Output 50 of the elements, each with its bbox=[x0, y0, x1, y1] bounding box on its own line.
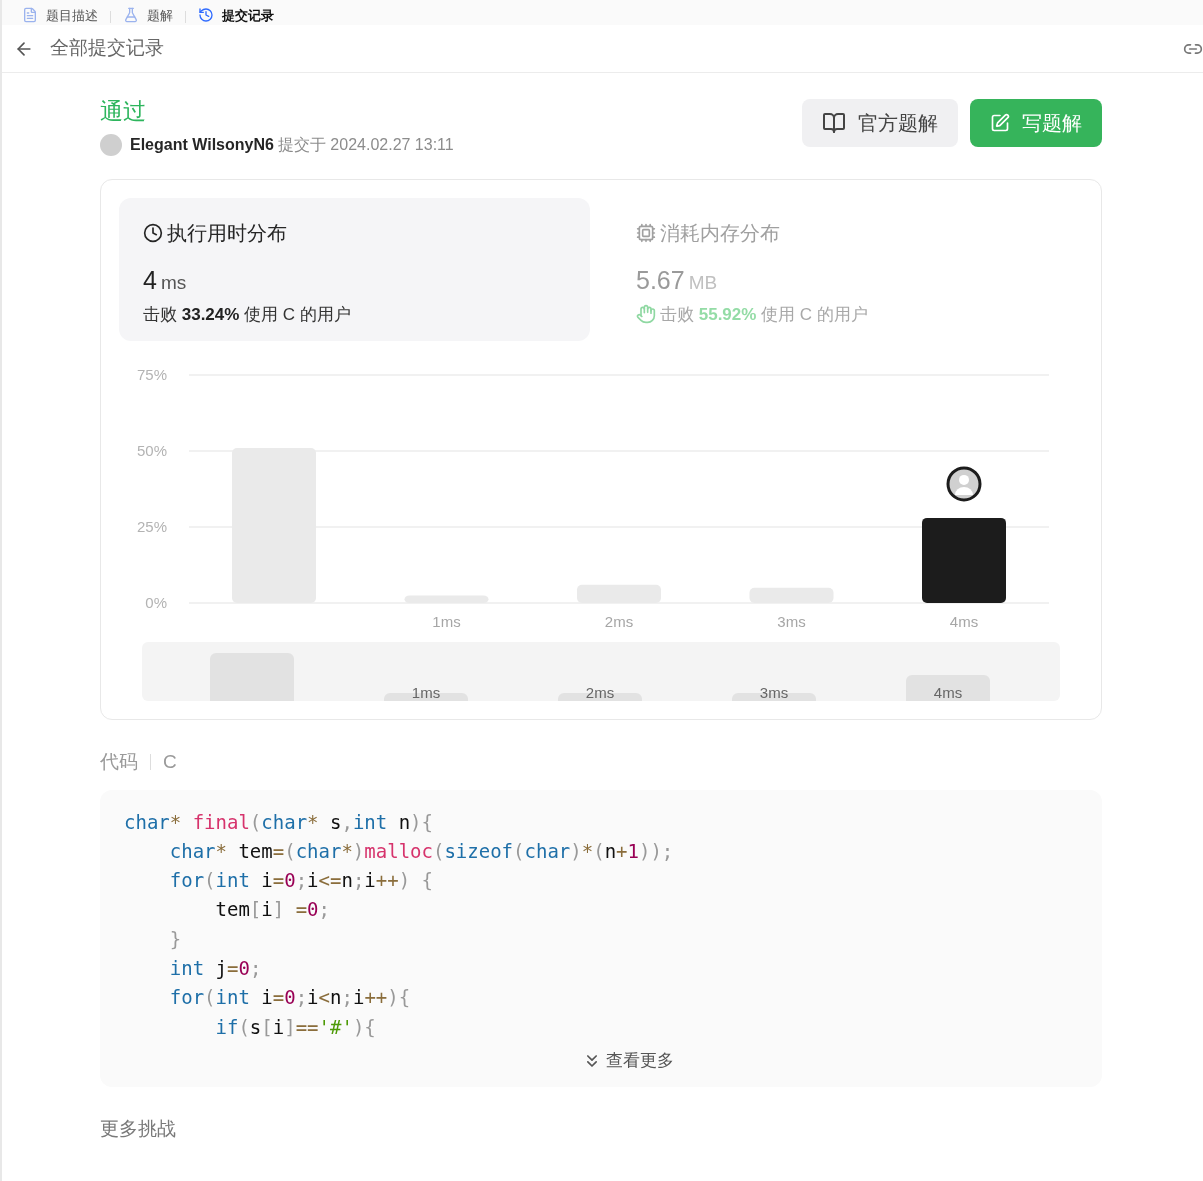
beat-text: 击败 33.24% 使用 C 的用户 bbox=[143, 303, 351, 326]
top-tab[interactable]: 题目描述 bbox=[22, 7, 98, 23]
axis-label: 50% bbox=[136, 442, 167, 459]
code-line: int j=0; bbox=[168, 956, 263, 981]
user-avatar bbox=[100, 134, 122, 156]
user-name[interactable]: Elegant WilsonyN6 bbox=[130, 133, 274, 157]
code-line: for(int i=0;i<n;i++){ bbox=[168, 985, 412, 1011]
book-icon bbox=[822, 111, 846, 135]
axis-label: 25% bbox=[136, 518, 167, 535]
overview-label: 4ms bbox=[932, 682, 964, 701]
code-label: 代码 bbox=[100, 750, 138, 774]
stat-title: 消耗内存分布 bbox=[660, 221, 780, 246]
code-line: for(int i=0;i<=n;i++) { bbox=[168, 868, 435, 894]
status-text: 通过 bbox=[100, 97, 147, 125]
stat-panel[interactable]: 执行用时分布 4 ms 击败 33.24% 使用 C 的用户 bbox=[119, 198, 590, 341]
overview-label: 2ms bbox=[584, 682, 616, 701]
code-line: char* tem=(char*)malloc(sizeof(char)*(n+1)); bbox=[168, 838, 675, 864]
stat-value: 5.67 MB bbox=[636, 265, 719, 296]
page-title: 全部提交记录 bbox=[50, 36, 164, 61]
overview-label: 3ms bbox=[758, 682, 790, 701]
show-more-button[interactable]: 查看更多 bbox=[582, 1047, 674, 1074]
top-tab[interactable]: 提交记录 bbox=[198, 7, 274, 23]
axis-label: 0% bbox=[145, 594, 167, 611]
section-title: 更多挑战 bbox=[100, 1117, 177, 1142]
axis-label: 3ms bbox=[777, 613, 806, 630]
official-solution-button[interactable]: 官方题解 bbox=[802, 99, 958, 147]
history-icon bbox=[198, 7, 214, 23]
chip-icon bbox=[636, 223, 656, 243]
edit-icon bbox=[990, 113, 1010, 133]
clap-icon bbox=[636, 304, 656, 325]
code-line: tem[i] =0; bbox=[214, 897, 331, 923]
stat-value: 4 ms bbox=[143, 265, 188, 296]
axis-label: 1ms bbox=[432, 613, 461, 630]
submit-time: 提交于 2024.02.27 13:11 bbox=[277, 135, 454, 155]
range-overview[interactable]: 1ms 2ms 3ms 4ms bbox=[142, 642, 1060, 701]
code-line: char* final(char* s,int n){ bbox=[124, 809, 434, 835]
language-label: C bbox=[163, 750, 177, 774]
beat-text: 击败 55.92% 使用 C 的用户 bbox=[660, 303, 868, 326]
stat-title: 执行用时分布 bbox=[167, 221, 287, 246]
axis-label: 4ms bbox=[949, 613, 979, 630]
axis-label: 75% bbox=[136, 366, 167, 383]
document-icon bbox=[22, 7, 38, 23]
code-line: } bbox=[168, 926, 183, 952]
top-tab[interactable]: 题解 bbox=[123, 7, 173, 23]
axis-label: 2ms bbox=[604, 613, 634, 630]
code-line: if(s[i]=='#'){ bbox=[214, 1014, 377, 1040]
overview-label: 1ms bbox=[410, 682, 442, 701]
clock-icon bbox=[143, 223, 163, 243]
flask-icon bbox=[123, 7, 139, 23]
avatar-icon bbox=[946, 466, 982, 502]
